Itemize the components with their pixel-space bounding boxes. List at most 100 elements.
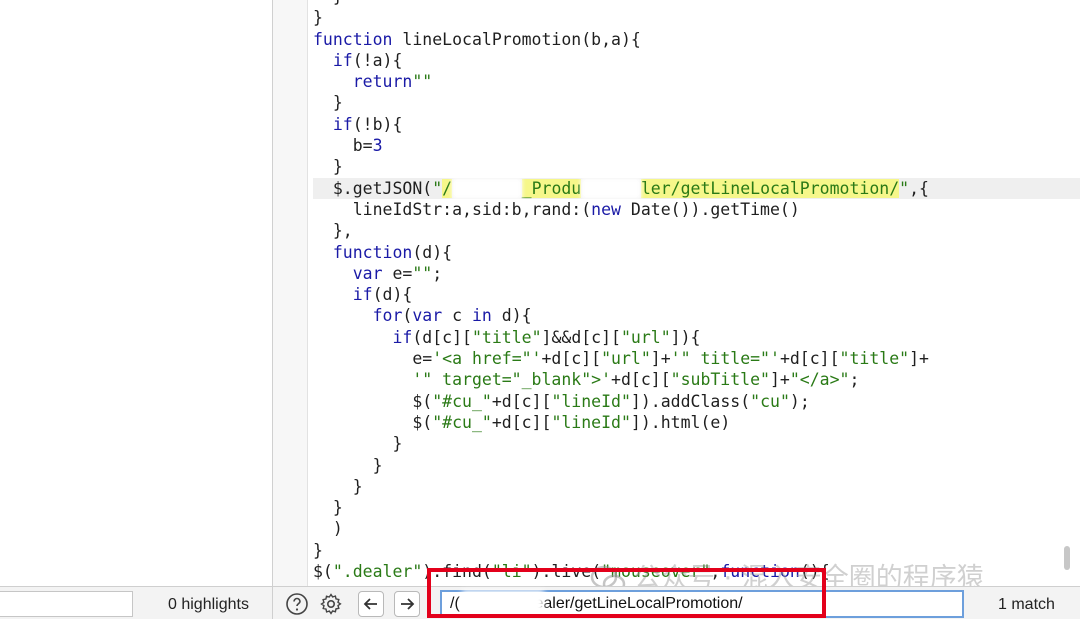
- code-token: ): [313, 519, 343, 539]
- code-token: (d){: [372, 285, 413, 305]
- code-token: }: [313, 540, 323, 560]
- code-line: }: [313, 497, 1080, 518]
- code-lines: }}function lineLocalPromotion(b,a){ if(!…: [313, 0, 1080, 582]
- code-editor[interactable]: }}function lineLocalPromotion(b,a){ if(!…: [273, 0, 1080, 586]
- code-token: "#cu_": [432, 391, 492, 411]
- code-line: return"": [313, 71, 1080, 92]
- code-line: },: [313, 220, 1080, 241]
- highlights-count: 0 highlights: [168, 596, 249, 613]
- code-token: if: [332, 50, 353, 70]
- code-token: +d[c][: [491, 391, 552, 411]
- left-filter-input[interactable]: [0, 591, 133, 617]
- code-token: "</a>": [789, 370, 850, 390]
- code-token: /: [442, 178, 453, 198]
- code-token: "lineId": [551, 391, 631, 411]
- code-token: if: [332, 114, 353, 134]
- code-token: $.getJSON(: [313, 178, 433, 198]
- code-token: }: [313, 8, 323, 28]
- code-token: }: [313, 476, 363, 496]
- code-token: +d[c][: [541, 349, 602, 369]
- code-token: "subTitle": [670, 370, 770, 390]
- code-token: "": [412, 72, 433, 92]
- code-token: (: [402, 306, 413, 326]
- code-token: [581, 177, 641, 199]
- code-token: }: [313, 0, 343, 6]
- code-token: ]+: [769, 370, 790, 390]
- code-token: "url": [601, 349, 651, 369]
- code-token: ]){: [670, 327, 701, 347]
- code-line: ): [313, 518, 1080, 539]
- code-line: $.getJSON("/ _Produ ler/getLineLocalProm…: [313, 177, 1080, 199]
- code-line: if(!b){: [313, 114, 1080, 135]
- code-token: for: [372, 306, 403, 326]
- code-token: ": [899, 178, 910, 198]
- code-token: ]).html(e): [630, 412, 731, 432]
- code-token: ]+: [909, 349, 929, 369]
- code-token: new: [591, 199, 621, 219]
- code-token: "cu": [750, 391, 790, 411]
- code-token: ]&&d[c][: [541, 327, 621, 347]
- previous-match-button[interactable]: [358, 591, 384, 617]
- code-token: b=: [313, 136, 373, 156]
- code-token: +d[c][: [611, 370, 671, 390]
- code-token: '" target="_blank">': [412, 370, 612, 390]
- code-token: c: [442, 306, 472, 326]
- code-token: '" title="': [670, 349, 780, 369]
- code-line: function lineLocalPromotion(b,a){: [313, 29, 1080, 50]
- code-token: "": [412, 263, 433, 283]
- code-line: if(d){: [313, 284, 1080, 305]
- code-token: "title": [839, 349, 910, 369]
- code-token: }: [313, 93, 343, 113]
- help-button[interactable]: [284, 591, 310, 617]
- code-token: ,: [710, 562, 721, 582]
- code-token: ": [432, 178, 443, 198]
- code-token: "title": [471, 327, 542, 347]
- settings-button[interactable]: [318, 591, 344, 617]
- code-token: var: [352, 263, 383, 283]
- code-token: e=: [382, 263, 413, 283]
- code-line: '" target="_blank">'+d[c]["subTitle"]+"<…: [313, 369, 1080, 390]
- code-token: ;: [432, 263, 443, 283]
- code-token: '<a href="': [432, 349, 542, 369]
- code-token: }: [313, 157, 343, 177]
- code-line: var e="";: [313, 263, 1080, 284]
- gear-icon: [320, 593, 342, 615]
- code-line: }: [313, 156, 1080, 177]
- scrollbar-thumb[interactable]: [1064, 546, 1070, 570]
- code-token: 3: [372, 136, 383, 156]
- code-token: ler/getLineLocalPromotion/: [640, 178, 900, 198]
- code-token: ]+: [650, 349, 671, 369]
- code-token: "mouseover": [601, 562, 711, 582]
- code-line: b=3: [313, 135, 1080, 156]
- code-line: }: [313, 92, 1080, 113]
- code-token: (){: [799, 562, 830, 582]
- match-count: 1 match: [998, 596, 1055, 613]
- code-token: ]).addClass(: [630, 391, 751, 411]
- code-token: (!a){: [352, 50, 403, 70]
- code-token: (d[c][: [412, 327, 472, 347]
- code-token: lineIdStr:a,sid:b,rand:(: [313, 199, 592, 219]
- code-token: _Produ: [521, 178, 582, 198]
- code-token: lineLocalPromotion(b,a){: [392, 29, 641, 49]
- divider: [272, 587, 273, 619]
- code-token: "url": [621, 327, 671, 347]
- arrow-right-icon: [401, 598, 415, 610]
- code-line: if(!a){: [313, 50, 1080, 71]
- code-token: if: [392, 327, 413, 347]
- code-token: function: [313, 29, 393, 49]
- arrow-left-icon: [363, 598, 377, 610]
- code-line: $(".dealer").find("li").live("mouseover"…: [313, 561, 1080, 582]
- code-line: lineIdStr:a,sid:b,rand:(new Date()).getT…: [313, 199, 1080, 220]
- code-token: (!b){: [352, 114, 403, 134]
- next-match-button[interactable]: [394, 591, 420, 617]
- editor-gutter: [273, 0, 308, 586]
- code-token: $(: [313, 412, 433, 432]
- code-token: ,{: [909, 178, 929, 198]
- code-line: $("#cu_"+d[c]["lineId"]).addClass("cu");: [313, 391, 1080, 412]
